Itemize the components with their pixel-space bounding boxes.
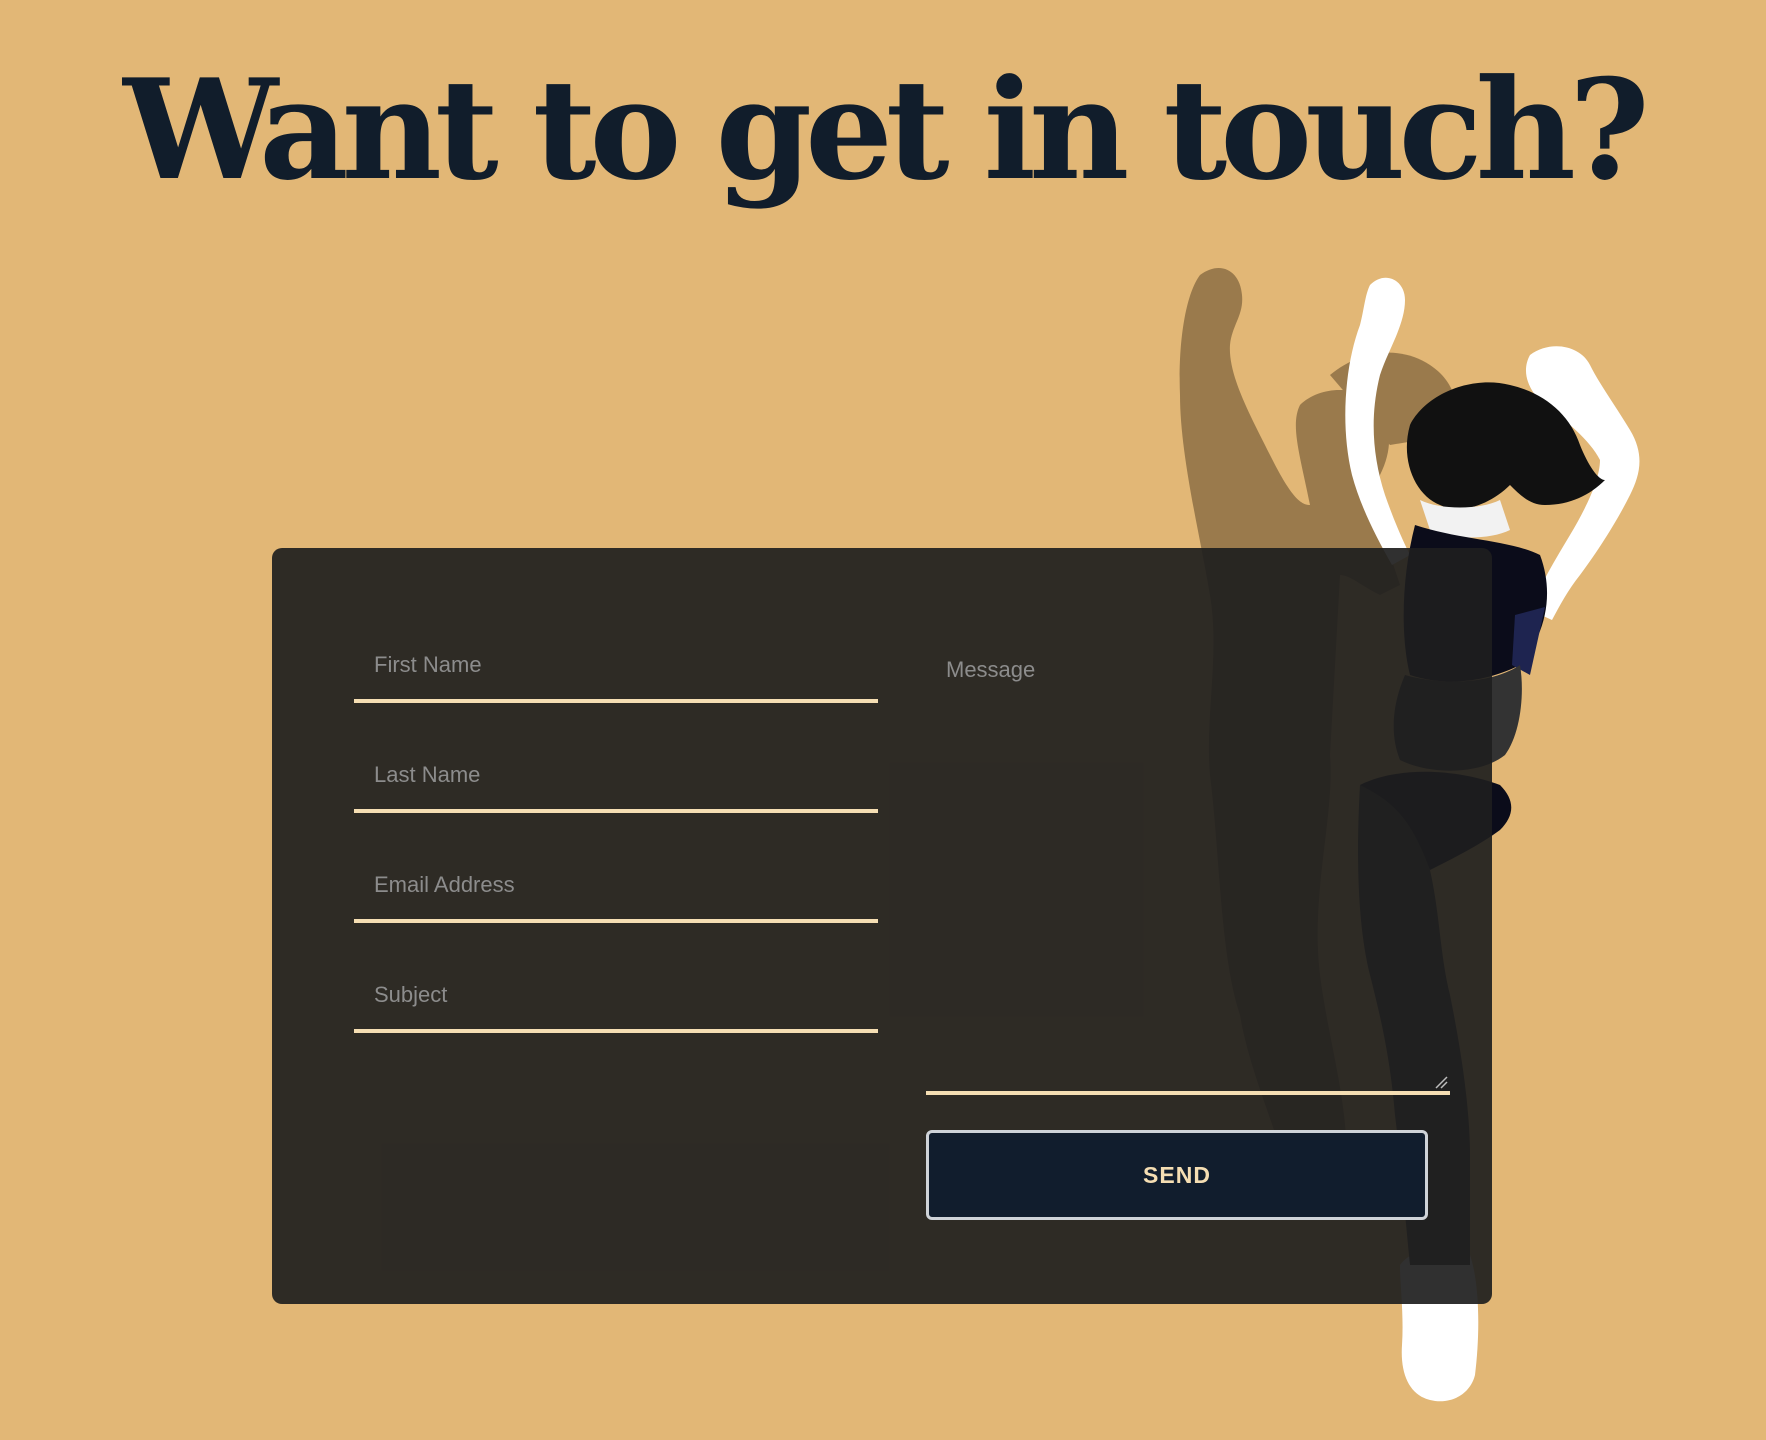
message-field-wrapper [926, 637, 1450, 1095]
first-name-field-wrapper [354, 637, 878, 703]
subject-input[interactable] [354, 967, 878, 1029]
resize-handle-icon[interactable] [1434, 1075, 1448, 1089]
email-field-wrapper [354, 857, 878, 923]
email-input[interactable] [354, 857, 878, 919]
first-name-input[interactable] [354, 637, 878, 699]
message-textarea[interactable] [926, 637, 1450, 1091]
last-name-field-wrapper [354, 747, 878, 813]
page-title: Want to get in touch? [123, 48, 1650, 211]
last-name-input[interactable] [354, 747, 878, 809]
subject-field-wrapper [354, 967, 878, 1033]
send-button[interactable]: SEND [926, 1130, 1428, 1220]
contact-page: Want to get in touch? First Name Last Na… [0, 0, 1766, 1440]
contact-form: SEND [272, 548, 1492, 1304]
